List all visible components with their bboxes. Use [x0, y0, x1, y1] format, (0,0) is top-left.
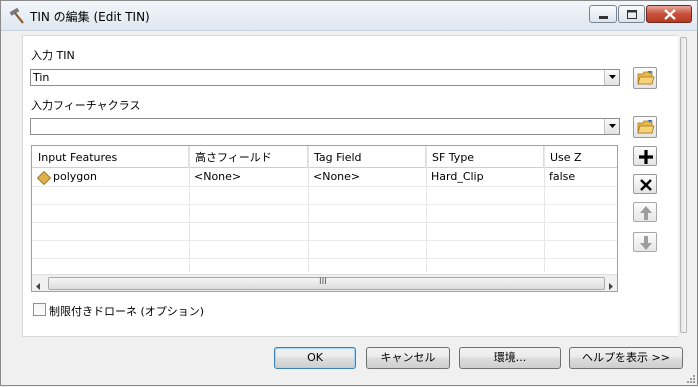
folder-open-icon [637, 120, 655, 134]
arrow-up-icon [640, 206, 652, 220]
row-divider [32, 186, 617, 187]
column-divider [308, 146, 309, 272]
move-down-button[interactable] [633, 232, 657, 252]
folder-open-icon [637, 71, 655, 85]
column-header-tag-field[interactable]: Tag Field [308, 146, 426, 168]
table-scroll-thumb[interactable]: III [48, 277, 605, 290]
constrained-delaunay-checkbox[interactable] [33, 303, 46, 316]
remove-row-button[interactable] [633, 174, 657, 194]
close-button[interactable] [646, 5, 692, 23]
cell-use-z[interactable]: false [544, 168, 575, 186]
constrained-delaunay-label: 制限付きドローネ (オプション) [49, 305, 205, 318]
table-header: Input Features 高さフィールド Tag Field SF Type… [32, 146, 617, 168]
title-bar[interactable]: TIN の編集 (Edit TIN) [1, 1, 697, 31]
chevron-down-icon [609, 124, 616, 128]
scroll-right-icon[interactable] [609, 280, 614, 291]
resize-grip-icon[interactable] [686, 374, 696, 387]
browse-tin-button[interactable] [633, 67, 657, 89]
minimize-button[interactable] [589, 5, 617, 23]
column-header-sf-type[interactable]: SF Type [426, 146, 544, 168]
arrow-down-icon [640, 236, 652, 250]
minimize-icon [599, 16, 608, 19]
browse-feature-class-button[interactable] [633, 116, 657, 138]
input-tin-dropdown[interactable] [604, 70, 619, 85]
move-up-button[interactable] [633, 202, 657, 222]
cell-tag-field[interactable]: <None> [308, 168, 360, 186]
column-divider [544, 146, 545, 272]
maximize-button[interactable] [618, 5, 645, 23]
scroll-grip: III [319, 277, 327, 287]
ok-button[interactable]: OK [274, 347, 356, 369]
scroll-left-icon[interactable] [36, 280, 41, 291]
maximize-icon [627, 10, 637, 19]
show-help-button[interactable]: ヘルプを表示 >> [569, 347, 683, 369]
row-divider [32, 222, 617, 223]
feature-class-dropdown[interactable] [604, 119, 619, 134]
row-divider [32, 258, 617, 259]
hammer-icon [8, 7, 26, 25]
cell-sf-type[interactable]: Hard_Clip [426, 168, 484, 186]
table-horizontal-scrollbar[interactable]: III [32, 274, 617, 291]
column-header-input-features[interactable]: Input Features [32, 146, 189, 168]
row-divider [32, 240, 617, 241]
input-feature-class-combo[interactable] [30, 118, 620, 135]
panel-scroll-thumb[interactable] [680, 37, 687, 333]
column-header-height-field[interactable]: 高さフィールド [189, 146, 308, 168]
edit-tin-dialog: TIN の編集 (Edit TIN) 入力 TIN Tin 入力フィーチャクラス [0, 0, 698, 386]
chevron-down-icon [609, 75, 616, 79]
cancel-button[interactable]: キャンセル [366, 347, 450, 369]
input-tin-combo[interactable]: Tin [30, 69, 620, 86]
cell-input-features: polygon [53, 170, 97, 183]
column-divider [426, 146, 427, 272]
column-header-use-z[interactable]: Use Z [544, 146, 617, 168]
remove-icon [640, 179, 652, 191]
cell-height-field[interactable]: <None> [189, 168, 241, 186]
input-tin-value: Tin [33, 71, 50, 84]
window-title: TIN の編集 (Edit TIN) [30, 10, 150, 24]
close-icon [664, 9, 676, 20]
row-divider [32, 204, 617, 205]
add-row-button[interactable] [633, 146, 657, 166]
input-tin-label: 入力 TIN [31, 49, 75, 62]
plus-icon [639, 150, 653, 164]
input-features-table: Input Features 高さフィールド Tag Field SF Type… [31, 145, 618, 292]
input-feature-class-label: 入力フィーチャクラス [31, 99, 141, 112]
environments-button[interactable]: 環境... [459, 347, 561, 369]
column-divider [189, 146, 190, 272]
